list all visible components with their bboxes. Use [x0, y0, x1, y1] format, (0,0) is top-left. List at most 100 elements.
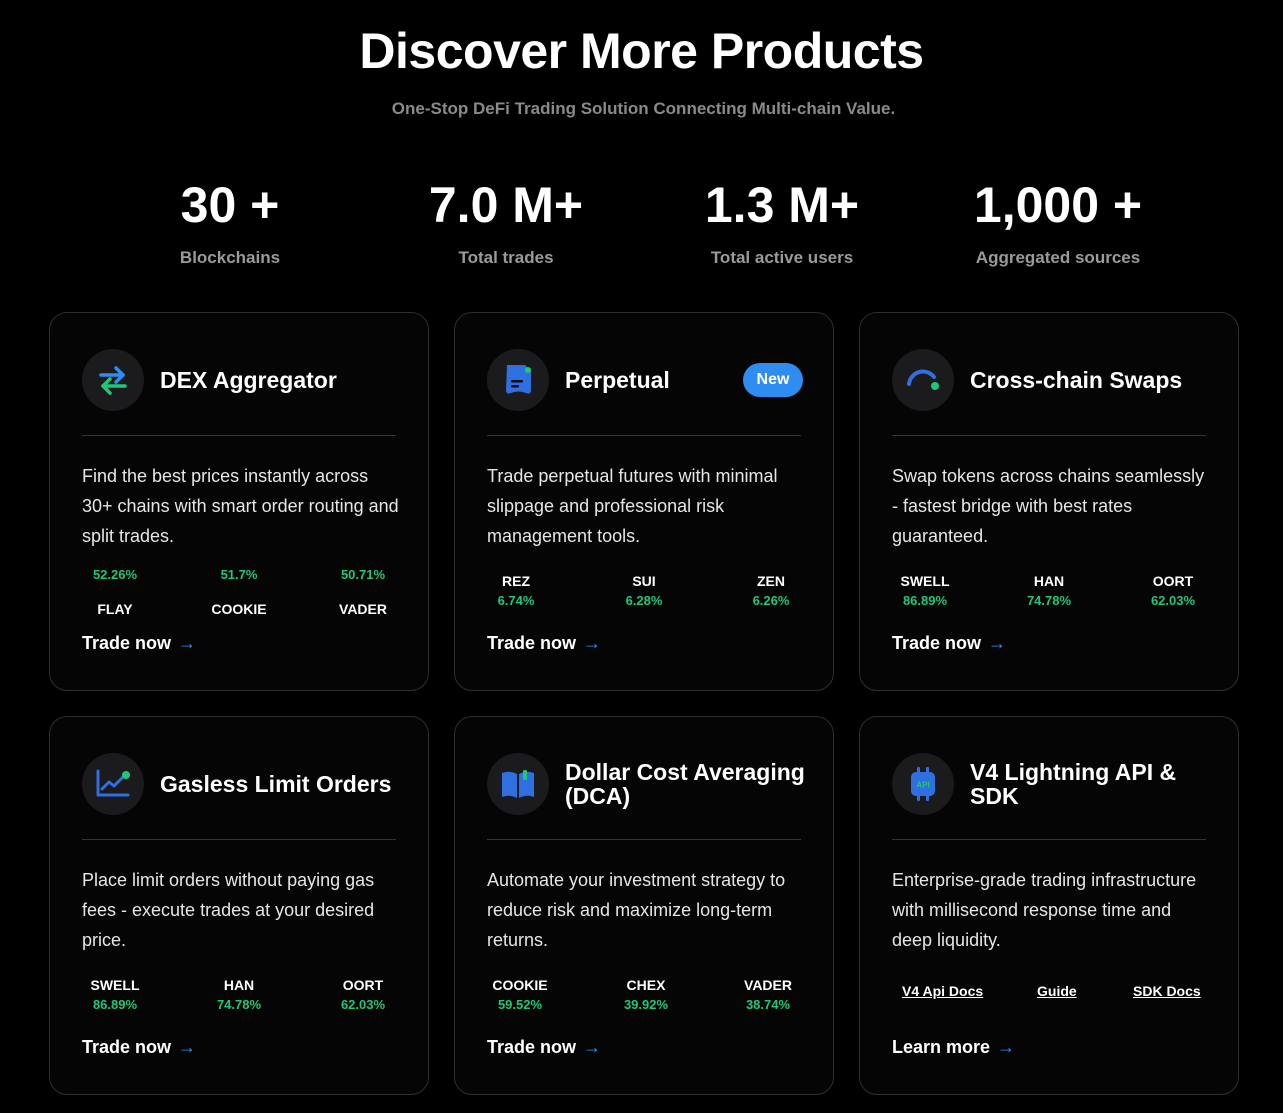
- token-symbol: CHEX: [626, 977, 666, 993]
- divider: [892, 839, 1206, 840]
- cta-label: Trade now: [892, 633, 982, 653]
- card-title: DEX Aggregator: [160, 367, 337, 393]
- token-symbol: COOKIE: [211, 601, 267, 617]
- token-item[interactable]: CHEX 39.92%: [611, 975, 681, 1015]
- card-header: DEX Aggregator: [82, 349, 398, 411]
- token-item[interactable]: SUI 6.28%: [609, 571, 679, 611]
- line-chart-icon: [82, 753, 144, 815]
- divider: [487, 435, 801, 436]
- card-description: Enterprise-grade trading infrastructure …: [892, 870, 1197, 950]
- cta-label: Trade now: [487, 1037, 577, 1057]
- token-change: 62.03%: [1150, 593, 1196, 608]
- token-item[interactable]: COOKIE 59.52%: [485, 975, 555, 1015]
- doc-links: V4 Api Docs Guide SDK Docs: [892, 983, 1206, 1003]
- guide-link[interactable]: Guide: [1037, 983, 1077, 999]
- card-dollar-cost-averaging[interactable]: Dollar Cost Averaging (DCA) Automate you…: [454, 716, 834, 1095]
- card-title: Gasless Limit Orders: [160, 771, 392, 797]
- stat-label: Total active users: [710, 248, 854, 267]
- card-description: Find the best prices instantly across 30…: [82, 466, 399, 546]
- card-header: Gasless Limit Orders: [82, 753, 398, 815]
- arrow-right-icon: →: [583, 1037, 602, 1057]
- token-item[interactable]: 51.7% COOKIE: [204, 565, 274, 619]
- token-symbol: SWELL: [90, 977, 140, 993]
- stats-row: 30 + Blockchains 7.0 M+ Total trades 1.3…: [0, 176, 1283, 276]
- stat-label: Aggregated sources: [975, 248, 1141, 267]
- token-symbol: HAN: [1033, 573, 1065, 589]
- divider: [82, 839, 396, 840]
- cta-label: Learn more: [892, 1037, 991, 1057]
- swap-arrows-icon: [82, 349, 144, 411]
- token-change: 52.26%: [92, 567, 138, 582]
- token-symbol: HAN: [223, 977, 255, 993]
- token-stats: COOKIE 59.52% CHEX 39.92% VADER 38.74%: [487, 975, 801, 1025]
- token-item[interactable]: SWELL 86.89%: [80, 975, 150, 1015]
- token-item[interactable]: HAN 74.78%: [1014, 571, 1084, 611]
- token-item[interactable]: ZEN 6.26%: [736, 571, 806, 611]
- learn-more-link[interactable]: Learn more →: [892, 1037, 1015, 1058]
- card-v4-lightning-api[interactable]: API V4 Lightning API & SDK Enterprise-gr…: [859, 716, 1239, 1095]
- card-cross-chain-swaps[interactable]: Cross-chain Swaps Swap tokens across cha…: [859, 312, 1239, 691]
- trade-now-link[interactable]: Trade now →: [82, 633, 196, 654]
- card-perpetual[interactable]: Perpetual New Trade perpetual futures wi…: [454, 312, 834, 691]
- token-stats: 52.26% FLAY 51.7% COOKIE 50.71% VADER: [82, 565, 396, 617]
- stat-value: 7.0 M+: [428, 177, 584, 233]
- token-change: 50.71%: [340, 567, 386, 582]
- token-symbol: VADER: [744, 977, 792, 993]
- token-symbol: OORT: [342, 977, 384, 993]
- card-description: Automate your investment strategy to red…: [487, 870, 786, 950]
- token-symbol: ZEN: [757, 573, 785, 589]
- token-change: 86.89%: [92, 997, 138, 1012]
- card-header: API V4 Lightning API & SDK: [892, 753, 1208, 815]
- page-subtitle: One-Stop DeFi Trading Solution Connectin…: [391, 99, 896, 118]
- card-gasless-limit-orders[interactable]: Gasless Limit Orders Place limit orders …: [49, 716, 429, 1095]
- stat-aggregated-sources: 1,000 + Aggregated sources: [928, 176, 1188, 268]
- token-item[interactable]: VADER 38.74%: [733, 975, 803, 1015]
- token-change: 62.03%: [340, 997, 386, 1012]
- token-change: 74.78%: [1026, 593, 1072, 608]
- token-item[interactable]: OORT 62.03%: [328, 975, 398, 1015]
- trade-now-link[interactable]: Trade now →: [487, 633, 601, 654]
- v4-api-docs-link[interactable]: V4 Api Docs: [902, 983, 983, 999]
- token-symbol: REZ: [502, 573, 530, 589]
- token-change: 39.92%: [623, 997, 669, 1012]
- page-title: Discover More Products: [359, 23, 924, 79]
- stat-label: Blockchains: [179, 248, 281, 267]
- trade-now-link[interactable]: Trade now →: [82, 1037, 196, 1058]
- card-title: Dollar Cost Averaging (DCA): [565, 759, 805, 809]
- divider: [82, 435, 396, 436]
- token-item[interactable]: SWELL 86.89%: [890, 571, 960, 611]
- token-item[interactable]: OORT 62.03%: [1138, 571, 1208, 611]
- card-title: Cross-chain Swaps: [970, 367, 1183, 393]
- token-symbol: SUI: [632, 573, 656, 589]
- token-item[interactable]: REZ 6.74%: [481, 571, 551, 611]
- stat-active-users: 1.3 M+ Total active users: [652, 176, 912, 268]
- card-header: Dollar Cost Averaging (DCA): [487, 753, 805, 815]
- api-chip-label: API: [916, 781, 929, 790]
- token-change: 6.26%: [752, 593, 790, 608]
- token-change: 6.74%: [497, 593, 535, 608]
- stat-value: 1.3 M+: [704, 177, 860, 233]
- token-item[interactable]: 52.26% FLAY: [80, 565, 150, 619]
- token-item[interactable]: HAN 74.78%: [204, 975, 274, 1015]
- trade-now-link[interactable]: Trade now →: [892, 633, 1006, 654]
- bridge-arc-icon: [892, 349, 954, 411]
- token-stats: SWELL 86.89% HAN 74.78% OORT 62.03%: [892, 571, 1206, 621]
- open-book-icon: [487, 753, 549, 815]
- arrow-right-icon: →: [583, 633, 602, 653]
- card-description: Place limit orders without paying gas fe…: [82, 870, 375, 950]
- token-change: 74.78%: [216, 997, 262, 1012]
- trade-now-link[interactable]: Trade now →: [487, 1037, 601, 1058]
- sdk-docs-link[interactable]: SDK Docs: [1133, 983, 1201, 999]
- card-description: Swap tokens across chains seamlessly - f…: [892, 466, 1205, 546]
- token-symbol: OORT: [1152, 573, 1194, 589]
- token-change: 38.74%: [745, 997, 791, 1012]
- token-change: 51.7%: [220, 567, 258, 582]
- card-dex-aggregator[interactable]: DEX Aggregator Find the best prices inst…: [49, 312, 429, 691]
- token-change: 59.52%: [497, 997, 543, 1012]
- token-item[interactable]: 50.71% VADER: [328, 565, 398, 619]
- stat-blockchains: 30 + Blockchains: [100, 176, 360, 268]
- arrow-right-icon: →: [178, 633, 197, 653]
- token-stats: REZ 6.74% SUI 6.28% ZEN 6.26%: [487, 571, 801, 621]
- card-header: Perpetual New: [487, 349, 803, 411]
- arrow-right-icon: →: [997, 1037, 1016, 1057]
